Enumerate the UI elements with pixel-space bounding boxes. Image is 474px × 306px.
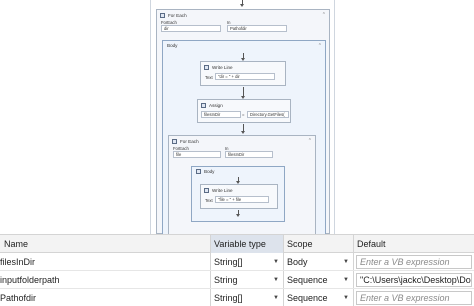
column-header-scope[interactable]: Scope — [283, 235, 353, 253]
connector-arrow-icon — [240, 4, 244, 7]
inner-foreach-title: For Each — [180, 138, 199, 144]
write-line-activity[interactable]: Write Line Text "dir = " + dir — [200, 61, 286, 86]
assign-header: Assign — [198, 100, 290, 110]
foreach-icon — [160, 12, 165, 18]
workflow-designer-canvas[interactable]: For Each ⌃ ForEach In dir Pathofdir Body… — [0, 0, 474, 234]
sequence-border-left — [150, 0, 151, 234]
outer-foreach-activity[interactable]: For Each ⌃ ForEach In dir Pathofdir Body… — [156, 9, 330, 234]
write-line-icon — [204, 187, 209, 193]
variable-row[interactable]: Pathofdir String[] ▼ Sequence ▼ Enter a … — [0, 289, 474, 306]
variable-name[interactable]: inputfolderpath — [0, 271, 208, 289]
outer-foreach-collection-field[interactable]: Pathofdir — [227, 25, 287, 32]
chevron-down-icon[interactable]: ▼ — [273, 275, 279, 285]
body-icon — [196, 169, 201, 174]
connector-arrow-icon — [236, 214, 240, 217]
column-header-name[interactable]: Name — [0, 235, 210, 253]
write-line-header: Write Line — [201, 185, 277, 195]
outer-foreach-item-field[interactable]: dir — [161, 25, 221, 32]
variable-scope[interactable]: Sequence — [287, 289, 339, 306]
assign-value-field[interactable]: Directory.GetFiles( — [247, 111, 289, 118]
default-value-input[interactable]: Enter a VB expression — [356, 255, 472, 269]
outer-foreach-header[interactable]: For Each ⌃ — [157, 10, 329, 20]
variable-type[interactable]: String — [214, 271, 269, 289]
write-line-text-field[interactable]: "dir = " + dir — [215, 73, 275, 80]
assign-equals-sign: = — [242, 112, 245, 117]
write-line-header: Write Line — [201, 62, 285, 72]
inner-body-container[interactable]: Body Write Line Text "file = " + file — [191, 166, 285, 222]
assign-title: Assign — [209, 102, 223, 108]
connector-arrow-icon — [241, 131, 245, 134]
column-header-default[interactable]: Default — [353, 235, 474, 253]
chevron-down-icon[interactable]: ▼ — [343, 275, 349, 285]
sequence-border-right — [334, 0, 335, 234]
text-label: Text — [205, 198, 213, 203]
collapse-icon[interactable]: ⌃ — [318, 42, 322, 50]
inner-foreach-collection-field[interactable]: filesInDir — [225, 151, 273, 158]
inner-foreach-activity[interactable]: For Each ⌃ ForEach In file filesInDir Bo… — [168, 135, 316, 234]
variable-scope[interactable]: Body — [287, 253, 339, 271]
assign-icon — [201, 102, 206, 108]
variables-header-row: Name Variable type Scope Default — [0, 235, 474, 253]
outer-foreach-title: For Each — [168, 12, 187, 18]
variables-panel: Name Variable type Scope Default filesIn… — [0, 234, 474, 306]
outer-body-title: Body — [167, 43, 178, 48]
variable-name[interactable]: Pathofdir — [0, 289, 208, 306]
text-label: Text — [205, 75, 213, 80]
inner-body-title: Body — [204, 169, 215, 174]
chevron-down-icon[interactable]: ▼ — [343, 257, 349, 267]
write-line-text-field[interactable]: "file = " + file — [215, 196, 269, 203]
column-header-variable-type[interactable]: Variable type — [210, 235, 283, 253]
write-line-icon — [204, 64, 209, 70]
default-value-input[interactable]: Enter a VB expression — [356, 291, 472, 305]
variable-name[interactable]: filesInDir — [0, 253, 208, 271]
collapse-icon[interactable]: ⌃ — [308, 137, 312, 145]
write-line-title: Write Line — [212, 187, 233, 193]
collapse-icon[interactable]: ⌃ — [322, 11, 326, 19]
chevron-down-icon[interactable]: ▼ — [343, 293, 349, 303]
variable-row[interactable]: inputfolderpath String ▼ Sequence ▼ "C:\… — [0, 271, 474, 289]
variable-scope[interactable]: Sequence — [287, 271, 339, 289]
variable-row[interactable]: filesInDir String[] ▼ Body ▼ Enter a VB … — [0, 253, 474, 271]
foreach-icon — [172, 138, 177, 144]
inner-foreach-item-field[interactable]: file — [173, 151, 221, 158]
write-line-activity[interactable]: Write Line Text "file = " + file — [200, 184, 278, 209]
chevron-down-icon[interactable]: ▼ — [273, 257, 279, 267]
inner-body-header: Body — [192, 167, 284, 176]
assign-activity[interactable]: Assign filesInDir = Directory.GetFiles( — [197, 99, 291, 123]
write-line-title: Write Line — [212, 64, 233, 70]
assign-to-field[interactable]: filesInDir — [201, 111, 241, 118]
default-value-input[interactable]: "C:\Users\jackc\Desktop\Docs" — [356, 273, 472, 287]
variable-type[interactable]: String[] — [214, 289, 269, 306]
outer-body-container[interactable]: Body ⌃ Write Line Text "dir = " + dir As… — [162, 40, 326, 234]
outer-body-header: Body ⌃ — [163, 41, 325, 50]
chevron-down-icon[interactable]: ▼ — [273, 293, 279, 303]
inner-foreach-header[interactable]: For Each ⌃ — [169, 136, 315, 146]
variable-type[interactable]: String[] — [214, 253, 269, 271]
